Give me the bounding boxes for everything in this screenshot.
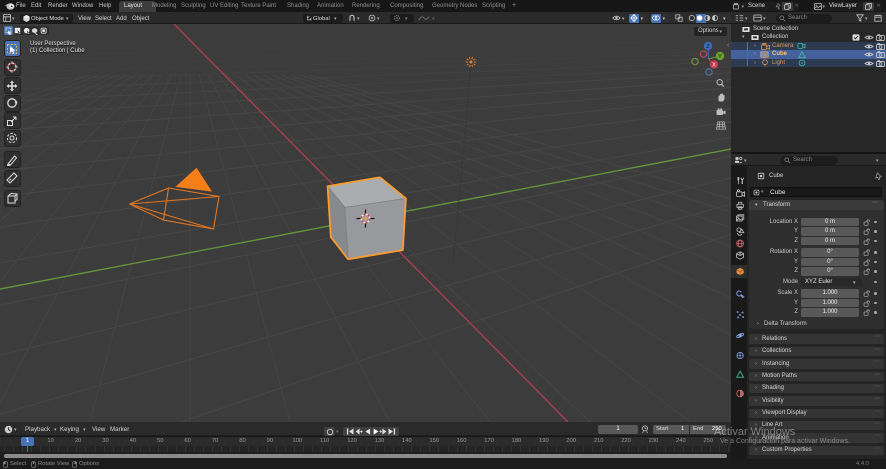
svg-text:X: X	[712, 63, 716, 69]
svg-text:Y: Y	[718, 54, 722, 60]
